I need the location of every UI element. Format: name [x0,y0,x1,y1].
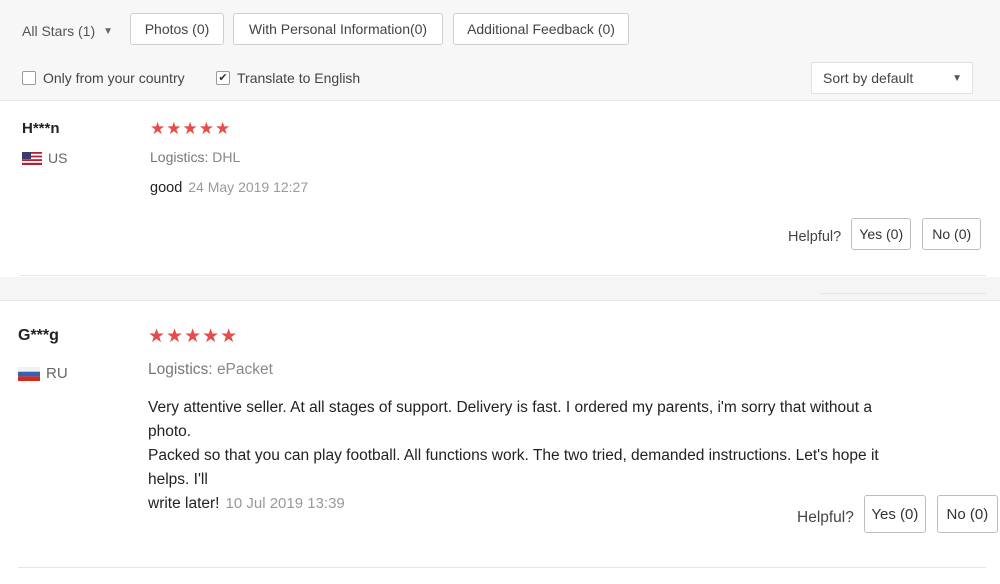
helpful-yes-button[interactable]: Yes (0) [851,218,912,250]
review-text-line: Packed so that you can play football. Al… [148,447,879,488]
sort-selected-label: Sort by default [823,70,914,86]
helpful-label: Helpful? [788,229,842,245]
reviewer-country: RU [18,365,68,382]
country-code: RU [46,365,68,382]
review-item: G***g RU ★★★★★ Logistics: ePacket Very a… [0,300,1000,584]
logistics-info: Logistics: DHL [150,149,240,165]
logistics-value: ePacket [216,361,273,378]
divider [820,293,986,294]
review-date: 10 Jul 2019 13:39 [225,495,345,512]
all-stars-dropdown[interactable]: All Stars (1) ▼ [12,13,120,49]
helpful-controls: Helpful? Yes (0) No (0) [797,495,998,533]
divider [20,275,986,276]
logistics-info: Logistics: ePacket [148,361,273,379]
ru-flag-icon [18,366,40,381]
sort-select[interactable]: Sort by default ▼ [811,62,973,94]
logistics-label: Logistics: [148,361,213,378]
translate-option[interactable]: ✔ Translate to English [216,66,360,90]
rating-stars: ★★★★★ [148,326,239,347]
translate-checkbox[interactable]: ✔ [216,71,230,85]
reviewer-name: G***g [18,327,59,344]
reviewer-country: US [22,150,67,166]
rating-stars: ★★★★★ [150,119,232,138]
review-item: H***n US ★★★★★ Logistics: DHL good 24 May… [0,101,1000,277]
chevron-down-icon: ▼ [103,25,114,37]
only-country-label: Only from your country [43,70,185,86]
review-text-line: Very attentive seller. At all stages of … [148,399,873,440]
all-stars-label: All Stars (1) [22,23,96,39]
us-flag-icon [22,151,42,165]
review-text-content: write later! [148,495,220,512]
divider [18,567,986,568]
reviewer-name: H***n [22,120,60,137]
translate-label: Translate to English [237,70,361,86]
review-text: good 24 May 2019 12:27 [150,176,308,200]
chevron-down-icon: ▼ [952,72,962,84]
photos-filter-button[interactable]: Photos (0) [130,13,224,45]
review-date: 24 May 2019 12:27 [188,179,309,195]
review-separator [0,277,1000,300]
only-country-option[interactable]: Only from your country [22,66,185,90]
helpful-controls: Helpful? Yes (0) No (0) [788,218,982,250]
helpful-label: Helpful? [797,509,854,526]
additional-feedback-filter-button[interactable]: Additional Feedback (0) [453,13,629,45]
helpful-no-button[interactable]: No (0) [936,495,998,533]
helpful-no-button[interactable]: No (0) [922,218,982,250]
review-text-content: good [150,180,183,196]
country-code: US [48,150,68,166]
helpful-yes-button[interactable]: Yes (0) [863,495,926,533]
review-text: Very attentive seller. At all stages of … [148,396,908,516]
personal-info-filter-button[interactable]: With Personal Information(0) [233,13,443,45]
review-text-line-last: write later! 10 Jul 2019 13:39 [148,492,908,516]
logistics-value: DHL [212,149,241,165]
only-country-checkbox[interactable] [22,71,36,85]
logistics-label: Logistics: [150,149,209,165]
filter-bar: All Stars (1) ▼ Photos (0) With Personal… [0,0,1000,101]
